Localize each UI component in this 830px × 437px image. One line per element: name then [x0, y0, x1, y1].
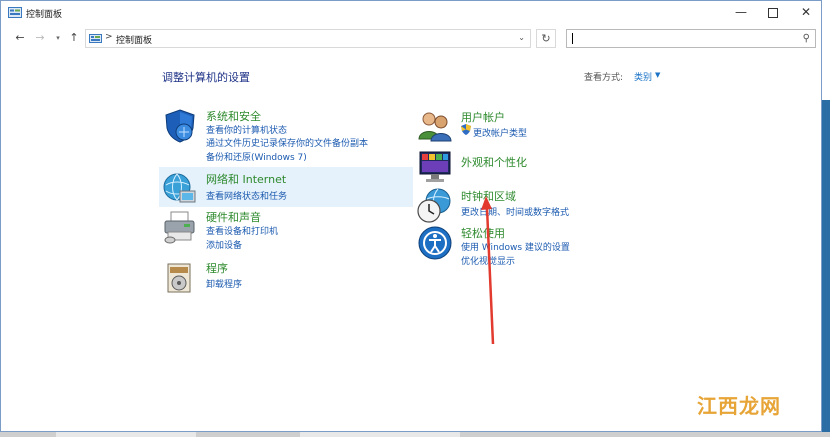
- close-button[interactable]: ✕: [790, 1, 822, 25]
- view-by-dropdown[interactable]: 类别: [634, 70, 652, 83]
- link-devices-printers[interactable]: 查看设备和打印机: [206, 224, 278, 237]
- control-panel-window: 控制面板 — ✕ ← → ▾ ↑ > 控制面板 ⌄ ↻ ⚲ 调整计算机的设置 查…: [0, 0, 822, 432]
- up-button[interactable]: ↑: [67, 31, 81, 45]
- forward-button[interactable]: →: [33, 31, 47, 45]
- category-title[interactable]: 系统和安全: [206, 108, 261, 124]
- search-input[interactable]: [570, 31, 790, 46]
- refresh-button[interactable]: ↻: [536, 29, 556, 48]
- users-icon: [418, 112, 452, 142]
- category-title[interactable]: 外观和个性化: [461, 154, 527, 170]
- window-edge: [822, 0, 830, 100]
- category-title[interactable]: 网络和 Internet: [206, 171, 286, 187]
- window-title: 控制面板: [26, 10, 63, 20]
- link-view-computer-status[interactable]: 查看你的计算机状态: [206, 123, 287, 136]
- category-title[interactable]: 时钟和区域: [461, 188, 516, 204]
- view-by-label: 查看方式:: [584, 73, 624, 83]
- recent-locations-button[interactable]: ▾: [51, 31, 65, 45]
- programs-icon: [167, 263, 191, 293]
- navigation-bar: ← → ▾ ↑ > 控制面板 ⌄ ↻ ⚲: [1, 25, 821, 53]
- control-panel-icon: [8, 7, 22, 18]
- taskbar: [0, 432, 830, 437]
- link-backup-restore[interactable]: 备份和还原(Windows 7): [206, 150, 307, 163]
- category-title[interactable]: 硬件和声音: [206, 209, 261, 225]
- maximize-icon: [768, 8, 778, 18]
- display-icon: [419, 151, 451, 182]
- ease-of-access-icon: [418, 226, 452, 260]
- link-optimize-visual-display[interactable]: 优化视觉显示: [461, 254, 515, 267]
- link-uninstall-program[interactable]: 卸载程序: [206, 277, 242, 290]
- title-bar[interactable]: 控制面板 — ✕: [1, 1, 821, 25]
- taskbar-item[interactable]: [300, 432, 460, 437]
- network-globe-icon: [163, 173, 196, 203]
- chevron-down-icon[interactable]: ▼: [655, 71, 660, 79]
- search-box[interactable]: ⚲: [566, 29, 816, 48]
- control-panel-small-icon: [89, 34, 102, 43]
- maximize-button[interactable]: [757, 1, 789, 25]
- link-add-device[interactable]: 添加设备: [206, 238, 242, 251]
- category-title[interactable]: 轻松使用: [461, 225, 505, 241]
- link-network-status[interactable]: 查看网络状态和任务: [206, 189, 287, 202]
- shield-icon: [165, 109, 195, 143]
- address-bar[interactable]: > 控制面板 ⌄: [85, 29, 531, 48]
- back-button[interactable]: ←: [13, 31, 27, 45]
- uac-shield-icon: [461, 124, 471, 135]
- link-file-history-backup[interactable]: 通过文件历史记录保存你的文件备份副本: [206, 136, 368, 149]
- minimize-button[interactable]: —: [725, 1, 757, 25]
- link-change-date-time-format[interactable]: 更改日期、时间或数字格式: [461, 205, 569, 218]
- printer-icon: [164, 211, 195, 244]
- category-title[interactable]: 用户帐户: [461, 109, 505, 125]
- breadcrumb-separator: >: [105, 32, 113, 42]
- clock-globe-icon: [417, 188, 451, 223]
- breadcrumb-control-panel[interactable]: 控制面板: [116, 33, 152, 46]
- taskbar-item[interactable]: [56, 432, 196, 437]
- category-title[interactable]: 程序: [206, 260, 228, 276]
- link-recommended-settings[interactable]: 使用 Windows 建议的设置: [461, 240, 570, 253]
- watermark-logo: 江西龙网: [697, 394, 781, 418]
- link-change-account-type[interactable]: 更改帐户类型: [473, 126, 527, 139]
- address-dropdown-icon[interactable]: ⌄: [518, 33, 525, 42]
- search-icon[interactable]: ⚲: [803, 33, 810, 44]
- page-title: 调整计算机的设置: [162, 71, 250, 84]
